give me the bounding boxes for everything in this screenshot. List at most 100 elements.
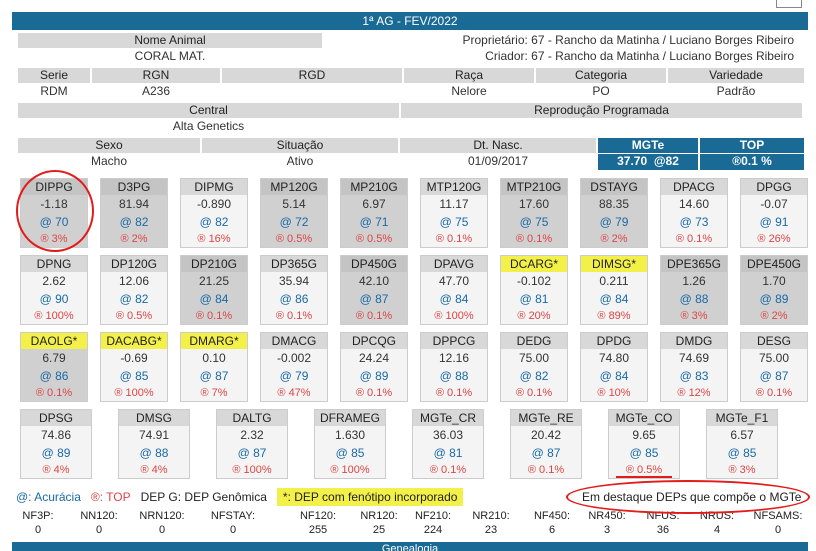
dep-box-mgte_f1: MGTe_F1 6.57 @ 85 ® 3% (706, 409, 778, 479)
dep-value: 74.86 (40, 428, 72, 442)
dep-acuracia: @ 85 (727, 446, 757, 460)
legend: @: Acurácia ®: TOP DEP G: DEP Genômica *… (16, 488, 464, 506)
dep-acuracia: @ 88 (439, 369, 469, 383)
sexo-value: Macho (18, 154, 200, 170)
annotation-circle-dippg (16, 170, 94, 252)
dep-top: ® 0.1% (35, 387, 73, 399)
dep-acuracia: @ 88 (679, 292, 709, 306)
dep-name: DMARG* (181, 333, 247, 349)
genealogia-tab[interactable]: Genealogia (12, 542, 808, 551)
dep-name: MGTe_F1 (707, 410, 777, 426)
dep-name: DPDG (581, 333, 647, 349)
dep-acuracia: @ 85 (629, 446, 659, 460)
dep-name: DPNG (21, 256, 87, 272)
dep-name: DCARG* (501, 256, 567, 272)
dep-value: -0.890 (196, 197, 232, 211)
dep-value: 74.80 (598, 351, 630, 365)
dep-top: ® 3% (728, 464, 756, 476)
dep-name: DIPMG (181, 179, 247, 195)
dep-name: DPAVG (421, 256, 487, 272)
dep-box-dp450g: DP450G 42.10 @ 87 ® 0.1% (340, 255, 408, 325)
dep-name: DAOLG* (21, 333, 87, 349)
dep-value: 75.00 (758, 351, 790, 365)
dep-box-desg: DESG 75.00 @ 87 ® 0.1% (740, 332, 808, 402)
legend-fenotipo: *: DEP com fenótipo incorporado (276, 488, 464, 506)
dep-value: 21.25 (198, 274, 230, 288)
dep-top: ® 100% (434, 310, 474, 322)
dep-name: MGTe_RE (511, 410, 581, 426)
dep-name: MP210G (341, 179, 407, 195)
dep-name: DPACG (661, 179, 727, 195)
window-button[interactable] (776, 0, 802, 8)
dep-top: ® 100% (34, 310, 74, 322)
legend-acuracia: @: Acurácia (16, 490, 81, 504)
dep-top: ® 0.1% (755, 387, 793, 399)
nf-value: 255 (308, 524, 328, 536)
dep-top: ® 0.5% (275, 233, 313, 245)
categoria-value: PO (536, 84, 666, 100)
nf-value: 0 (229, 524, 237, 536)
dep-top: ® 20% (517, 310, 551, 322)
dep-acuracia: @ 85 (119, 369, 149, 383)
dep-top: ® 0.1% (515, 233, 553, 245)
variedade-value: Padrão (668, 84, 804, 100)
serie-value: RDM (18, 84, 90, 100)
variedade-label: Variedade (668, 68, 804, 83)
dep-top: ® 12% (677, 387, 711, 399)
dep-box-mgte_re: MGTe_RE 20.42 @ 87 ® 0.1% (510, 409, 582, 479)
dep-acuracia: @ 82 (119, 292, 149, 306)
rgd-value (222, 84, 402, 100)
dep-value: 20.42 (530, 428, 562, 442)
dep-box-dmdg: DMDG 74.69 @ 83 ® 12% (660, 332, 728, 402)
situacao-label: Situação (202, 138, 398, 153)
annotation-underline (616, 476, 672, 478)
raca-label: Raça (404, 68, 534, 83)
dep-acuracia: @ 90 (39, 292, 69, 306)
dep-value: 5.14 (282, 197, 306, 211)
dep-value: 42.10 (358, 274, 390, 288)
dep-top: ® 2% (120, 233, 148, 245)
dep-top: ® 0.5% (115, 310, 153, 322)
dep-value: 0.211 (599, 274, 629, 288)
dep-value: 6.97 (362, 197, 386, 211)
nome-label: Nome Animal (18, 33, 322, 48)
dep-box-daltg: DALTG 2.32 @ 87 ® 100% (216, 409, 288, 479)
dep-top: ® 0.1% (435, 233, 473, 245)
dep-value: -0.07 (760, 197, 788, 211)
dep-name: DPE450G (741, 256, 807, 272)
nf-label: NRN120: (139, 510, 185, 522)
dep-box-dp120g: DP120G 12.06 @ 82 ® 0.5% (100, 255, 168, 325)
dep-name: MGTe_CR (413, 410, 483, 426)
dep-box-mp210g: MP210G 6.97 @ 71 ® 0.5% (340, 178, 408, 248)
top-value: ®0.1 % (700, 154, 804, 170)
animal-info-table: Nome Animal Proprietário: 67 - Rancho da… (18, 33, 804, 171)
dep-acuracia: @ 87 (237, 446, 267, 460)
dep-value: 14.60 (678, 197, 710, 211)
dep-value: 11.17 (439, 197, 469, 211)
dep-box-dpe365g: DPE365G 1.26 @ 88 ® 3% (660, 255, 728, 325)
dep-name: DP365G (261, 256, 327, 272)
dep-acuracia: @ 84 (199, 292, 229, 306)
dep-name: DACABG* (101, 333, 167, 349)
mgte-label: MGTe (598, 138, 698, 153)
rgd-label: RGD (222, 68, 402, 83)
dep-value: -0.002 (276, 351, 312, 365)
dep-top: ® 0.1% (429, 464, 467, 476)
dep-acuracia: @ 81 (433, 446, 463, 460)
dep-top: ® 10% (597, 387, 631, 399)
dep-acuracia: @ 81 (519, 292, 549, 306)
dep-name: DPSG (21, 410, 91, 426)
nf-value: 25 (372, 524, 386, 536)
dep-name: DPCQG (341, 333, 407, 349)
sexo-label: Sexo (18, 138, 200, 153)
dep-name: DP450G (341, 256, 407, 272)
dep-name: MGTe_CO (609, 410, 679, 426)
nf-label: NFSAMS: (753, 510, 803, 522)
dep-value: 24.24 (358, 351, 390, 365)
dep-top: ® 26% (757, 233, 791, 245)
dep-name: DPE365G (661, 256, 727, 272)
dep-top: ® 3% (680, 310, 708, 322)
serie-label: Serie (18, 68, 90, 83)
dep-name: DP210G (181, 256, 247, 272)
dep-acuracia: @ 87 (359, 292, 389, 306)
